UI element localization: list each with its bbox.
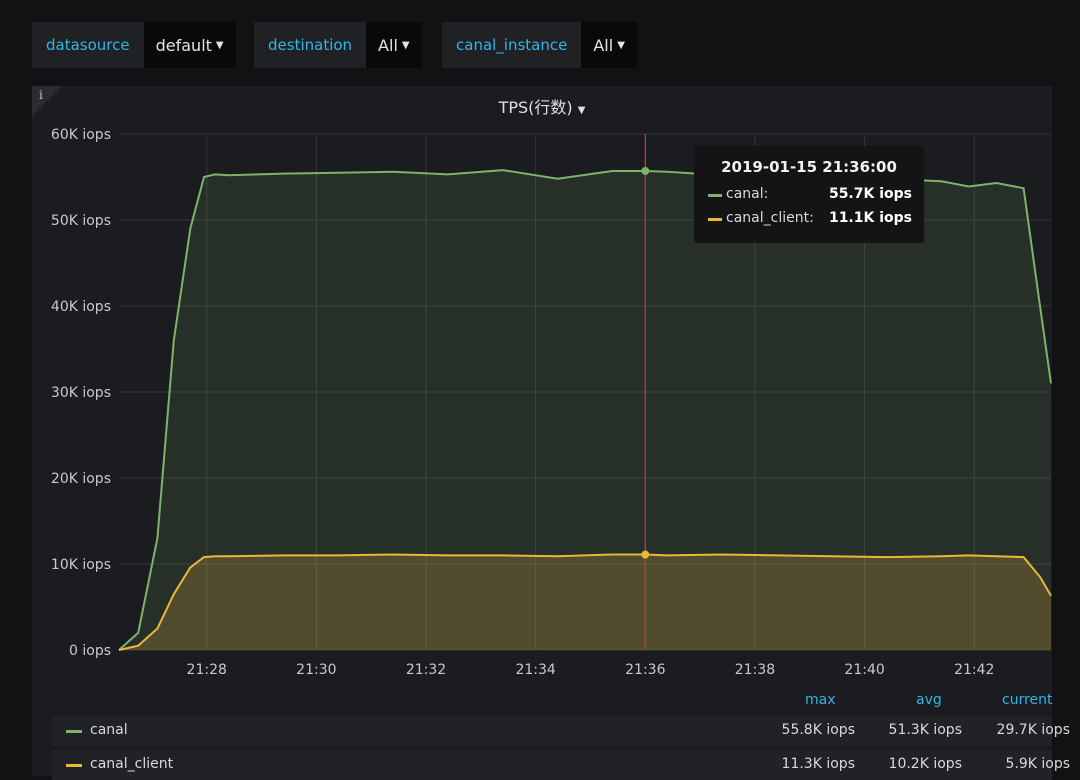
caret-down-icon: ▼ (617, 39, 625, 51)
tooltip-series-value: 55.7K iops (828, 186, 912, 202)
legend-current-value: 29.7K iops (996, 722, 1070, 738)
legend-avg-value: 10.2K iops (888, 756, 962, 772)
legend-row-canal[interactable]: canal 55.8K iops 51.3K iops 29.7K iops (52, 716, 1070, 746)
caret-down-icon: ▼ (401, 39, 410, 51)
variable-label: destination (254, 22, 367, 68)
y-tick-label: 60K iops (51, 127, 111, 143)
series-color-swatch (708, 218, 722, 221)
crosshair-point-1 (641, 550, 650, 559)
series-color-swatch (708, 194, 722, 197)
x-tick-label: 21:40 (844, 662, 884, 678)
variable-label: datasource (32, 22, 144, 68)
select-value: default (155, 35, 212, 55)
y-tick-label: 0 iops (69, 643, 111, 659)
x-tick-label: 21:32 (406, 662, 446, 678)
y-tick-label: 40K iops (51, 299, 111, 315)
canal-instance-select[interactable]: All ▼ (581, 22, 637, 68)
legend-current-value: 5.9K iops (1005, 756, 1070, 772)
y-tick-label: 50K iops (51, 213, 111, 229)
destination-select[interactable]: All ▼ (366, 22, 422, 68)
caret-down-icon: ▼ (215, 39, 224, 51)
x-tick-label: 21:30 (296, 662, 336, 678)
hover-tooltip: 2019-01-15 21:36:00 canal: 55.7K iops ca… (694, 146, 924, 243)
variable-bar: datasource default ▼ destination All ▼ c… (0, 0, 1080, 86)
legend-header-current[interactable]: current (1002, 692, 1053, 708)
crosshair-point-0 (641, 166, 650, 175)
series-color-swatch[interactable] (66, 764, 82, 767)
x-tick-label: 21:34 (515, 662, 555, 678)
variable-canal-instance: canal_instance All ▼ (442, 22, 637, 68)
tooltip-series-name: canal: (726, 186, 769, 202)
y-tick-label: 10K iops (51, 557, 111, 573)
legend-avg-value: 51.3K iops (888, 722, 962, 738)
variable-label: canal_instance (442, 22, 582, 68)
x-tick-label: 21:36 (625, 662, 665, 678)
legend-series-name[interactable]: canal (90, 722, 128, 738)
x-tick-label: 21:42 (954, 662, 994, 678)
legend-header-avg[interactable]: avg (916, 692, 942, 708)
y-axis: 0 iops 10K iops 20K iops 30K iops 40K iops 50… (51, 127, 111, 659)
legend-max-value: 55.8K iops (781, 722, 855, 738)
tooltip-series-value: 11.1K iops (828, 210, 912, 226)
series-area-1 (119, 554, 1051, 650)
x-tick-label: 21:38 (735, 662, 775, 678)
variable-datasource: datasource default ▼ (32, 22, 236, 68)
x-axis: 21:28 21:30 21:32 21:34 21:36 21:38 21:40 21:42 (187, 662, 995, 678)
select-value: All (593, 35, 614, 55)
graph-panel: i TPS(行数) ▼ 0 iops 10K iops 20K iops 30K io… (32, 86, 1070, 780)
legend-max-value: 11.3K iops (781, 756, 855, 772)
variable-destination: destination All ▼ (254, 22, 422, 68)
series-color-swatch[interactable] (66, 730, 82, 733)
datasource-select[interactable]: default ▼ (143, 22, 236, 68)
legend-series-name[interactable]: canal_client (90, 756, 173, 772)
tooltip-series-name: canal_client: (726, 210, 814, 226)
y-tick-label: 20K iops (51, 471, 111, 487)
x-tick-label: 21:28 (187, 662, 227, 678)
legend-header-max[interactable]: max (805, 692, 836, 708)
select-value: All (378, 35, 398, 55)
y-tick-label: 30K iops (51, 385, 111, 401)
tooltip-time: 2019-01-15 21:36:00 (721, 158, 897, 176)
